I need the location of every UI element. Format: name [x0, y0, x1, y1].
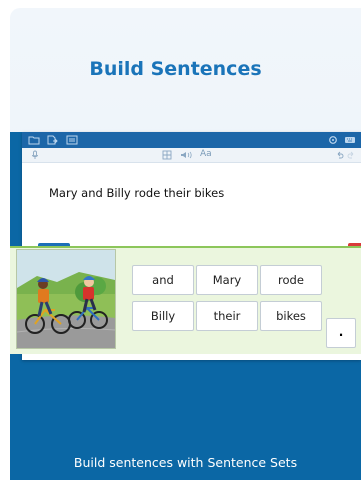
- promo-caption: Build sentences with Sentence Sets: [73, 455, 298, 470]
- folder-icon[interactable]: [28, 135, 40, 145]
- font-size-button[interactable]: Aa: [200, 149, 212, 159]
- redo-icon[interactable]: [347, 151, 355, 159]
- punctuation-tile-period[interactable]: .: [326, 318, 356, 348]
- page-title: Build Sentences: [89, 58, 262, 80]
- image-icon[interactable]: [66, 135, 78, 145]
- word-tile-their[interactable]: their: [196, 301, 258, 331]
- sentence-display: Mary and Billy rode their bikes: [49, 186, 225, 200]
- keyboard-icon[interactable]: [344, 135, 356, 145]
- microphone-icon[interactable]: [31, 150, 39, 160]
- app-subtoolbar: Aa: [22, 148, 361, 163]
- grid-icon[interactable]: [162, 150, 172, 160]
- children-cycling-picture: [16, 249, 116, 349]
- word-tile-rode[interactable]: rode: [260, 265, 322, 295]
- promo-frame: Build Sentences Build sentences with Sen…: [10, 8, 361, 480]
- word-tile-bikes[interactable]: bikes: [260, 301, 322, 331]
- undo-icon[interactable]: [336, 151, 344, 159]
- word-tile-billy[interactable]: Billy: [132, 301, 194, 331]
- word-tile-and[interactable]: and: [132, 265, 194, 295]
- export-icon[interactable]: [46, 135, 58, 145]
- word-tile-mary[interactable]: Mary: [196, 265, 258, 295]
- settings-icon[interactable]: [328, 135, 338, 145]
- speaker-icon[interactable]: [180, 150, 192, 160]
- app-titlebar: [22, 132, 361, 148]
